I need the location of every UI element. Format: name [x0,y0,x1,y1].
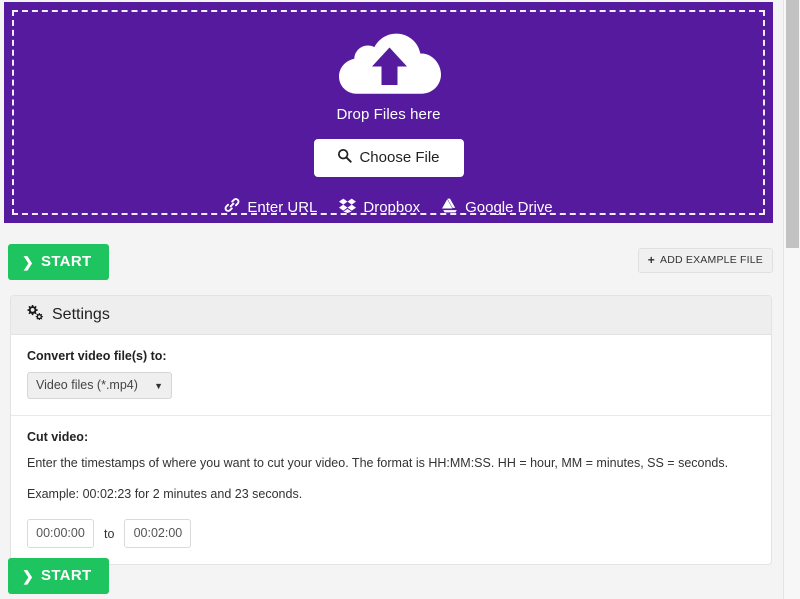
convert-format-select-wrap: Video files (*.mp4) ▼ [27,372,172,399]
file-dropzone[interactable]: Drop Files here Choose File Enter URL Dr… [4,2,773,223]
convert-format-select[interactable]: Video files (*.mp4) [27,372,172,399]
google-drive-link[interactable]: Google Drive [442,198,553,217]
chevron-right-icon: ❯ [22,253,35,270]
primary-action-row: ❯ START + ADD EXAMPLE FILE [0,240,773,284]
cut-start-time-input[interactable] [27,519,94,549]
dropbox-icon [339,198,357,217]
choose-file-button[interactable]: Choose File [313,139,464,177]
search-icon [337,148,353,167]
cut-video-label: Cut video: [27,430,89,444]
choose-file-label: Choose File [359,149,440,166]
start-button-bottom[interactable]: ❯ START [8,558,110,594]
cut-video-time-row: to [27,519,755,549]
start-button-label: START [41,253,92,270]
settings-panel-body: Convert video file(s) to: Video files (*… [11,335,771,564]
settings-title: Settings [52,305,110,323]
dropbox-label: Dropbox [363,198,421,216]
convert-format-section: Convert video file(s) to: Video files (*… [11,335,771,415]
drop-files-label: Drop Files here [336,106,441,123]
page-scrollbar-thumb[interactable] [786,0,799,248]
start-button-bottom-label: START [41,567,92,584]
provider-links: Enter URL Dropbox Google Drive [224,197,553,217]
settings-panel-header: Settings [11,296,771,335]
google-drive-icon [442,198,458,217]
page-scrollbar[interactable] [783,0,800,599]
cut-time-to-label: to [104,526,115,541]
chevron-right-icon: ❯ [22,567,35,584]
cloud-upload-icon [333,22,445,100]
link-icon [224,197,240,217]
add-example-file-label: ADD EXAMPLE FILE [660,254,763,266]
cut-video-hint-example: Example: 00:02:23 for 2 minutes and 23 s… [27,487,303,502]
settings-panel: Settings Convert video file(s) to: Video… [10,295,772,566]
enter-url-link[interactable]: Enter URL [224,197,317,217]
google-drive-label: Google Drive [465,198,553,216]
enter-url-label: Enter URL [247,198,318,216]
convert-format-label: Convert video file(s) to: [27,349,167,363]
add-example-file-button[interactable]: + ADD EXAMPLE FILE [637,248,773,273]
dropbox-link[interactable]: Dropbox [339,198,420,217]
page-root: Drop Files here Choose File Enter URL Dr… [0,0,800,599]
cut-video-section: Cut video: Enter the timestamps of where… [11,415,771,564]
cut-end-time-input[interactable] [124,519,192,549]
cut-video-hint-format: Enter the timestamps of where you want t… [27,456,729,470]
start-button-top[interactable]: ❯ START [8,244,110,280]
plus-icon: + [647,253,656,267]
cogs-icon [25,304,44,325]
bottom-action-row: ❯ START [0,558,773,598]
